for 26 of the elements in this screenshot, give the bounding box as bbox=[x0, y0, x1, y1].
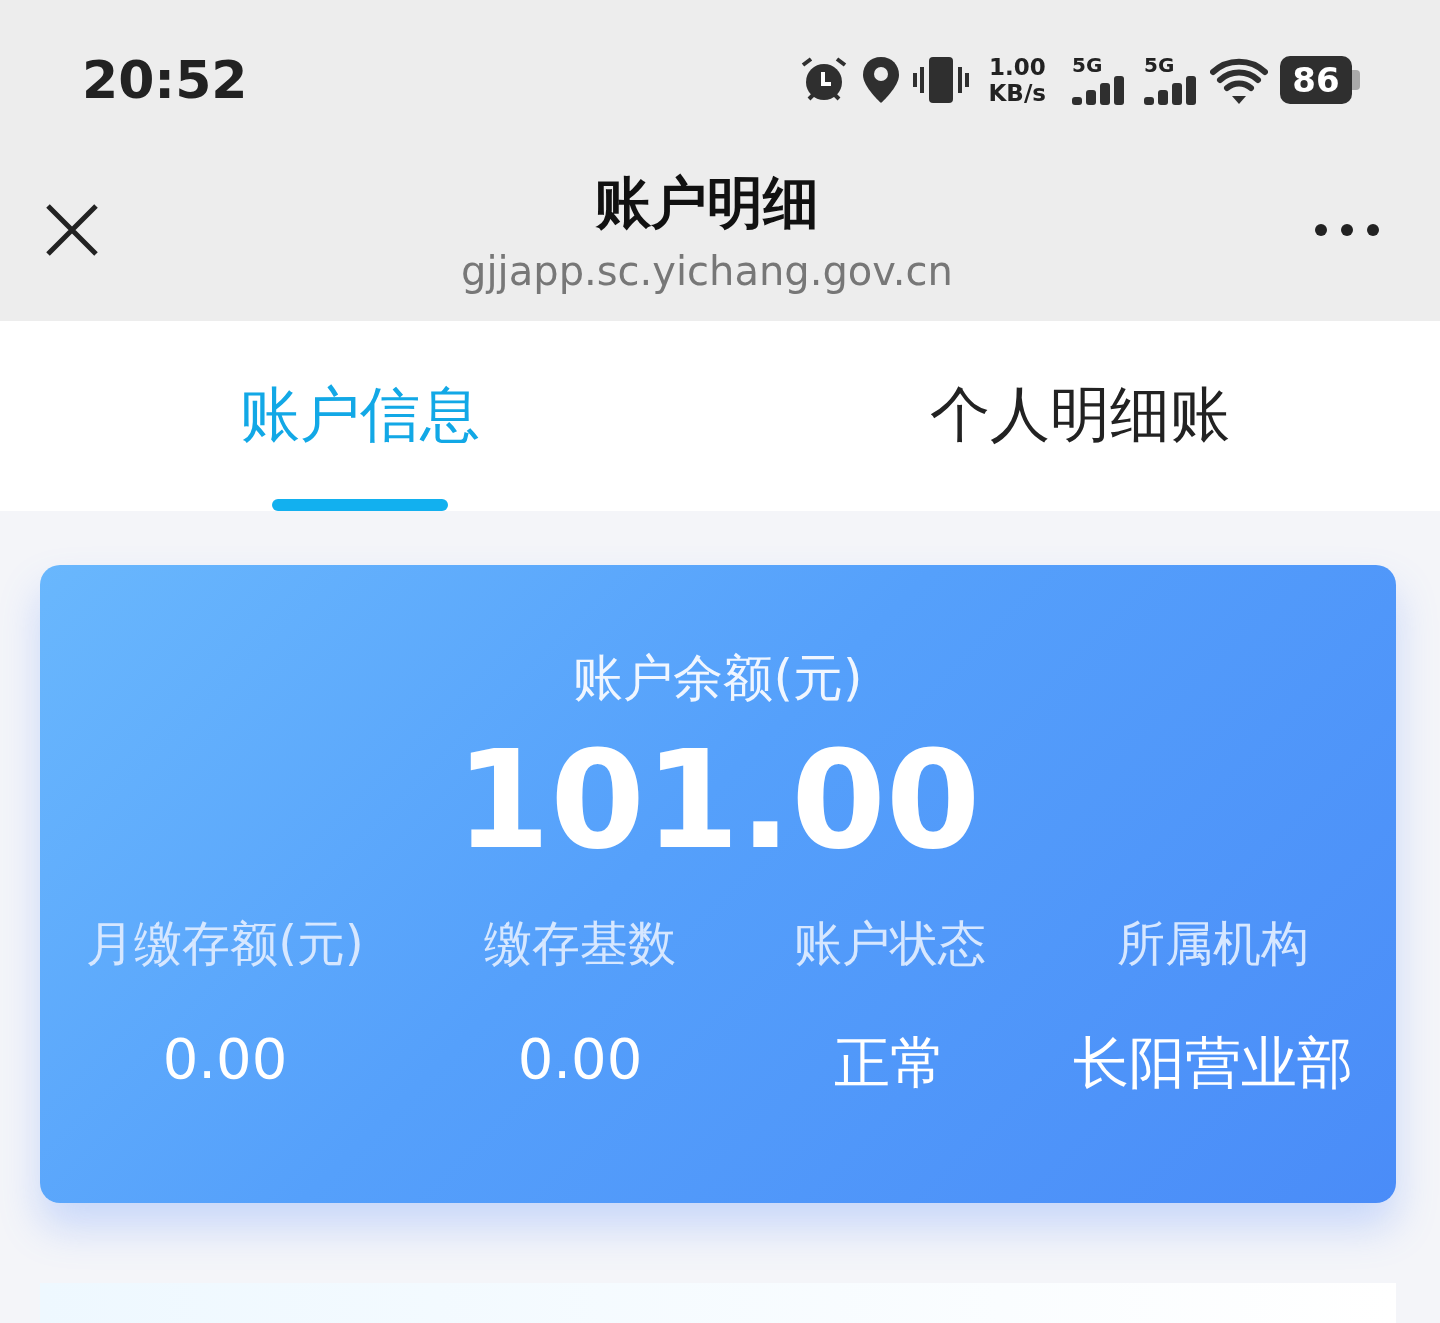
more-icon[interactable] bbox=[1314, 223, 1380, 238]
balance-label: 账户余额(元) bbox=[573, 648, 863, 709]
wifi-icon bbox=[1210, 56, 1268, 104]
page-title: 账户明细 bbox=[595, 169, 819, 238]
battery-level: 86 bbox=[1280, 56, 1352, 104]
stat-label: 所属机构 bbox=[1117, 914, 1309, 973]
clock-time: 20:52 bbox=[82, 50, 249, 110]
network-speed: 1.00 bbox=[988, 54, 1046, 80]
network-type: 5G bbox=[1072, 55, 1103, 75]
network-speed-unit: KB/s bbox=[988, 80, 1046, 106]
stat-value: 长阳营业部 bbox=[1073, 1029, 1353, 1097]
network-type: 5G bbox=[1144, 55, 1175, 75]
stat-label: 月缴存额(元) bbox=[86, 914, 364, 973]
tab[interactable]: 个人明细账 bbox=[720, 320, 1440, 511]
signal-icon bbox=[1144, 75, 1198, 105]
page-url: gjjapp.sc.yichang.gov.cn bbox=[461, 248, 953, 295]
balance-amount: 101.00 bbox=[455, 732, 981, 868]
signal-icon bbox=[1072, 75, 1126, 105]
stat-value: 正常 bbox=[834, 1029, 946, 1097]
stat-value: 0.00 bbox=[162, 1026, 288, 1091]
stat-value: 0.00 bbox=[517, 1026, 643, 1091]
battery-tip-icon bbox=[1352, 70, 1360, 90]
stat-label: 账户状态 bbox=[794, 914, 986, 973]
location-pin-icon bbox=[860, 55, 901, 105]
stat-label: 缴存基数 bbox=[484, 914, 676, 973]
vibrate-icon bbox=[912, 55, 969, 105]
